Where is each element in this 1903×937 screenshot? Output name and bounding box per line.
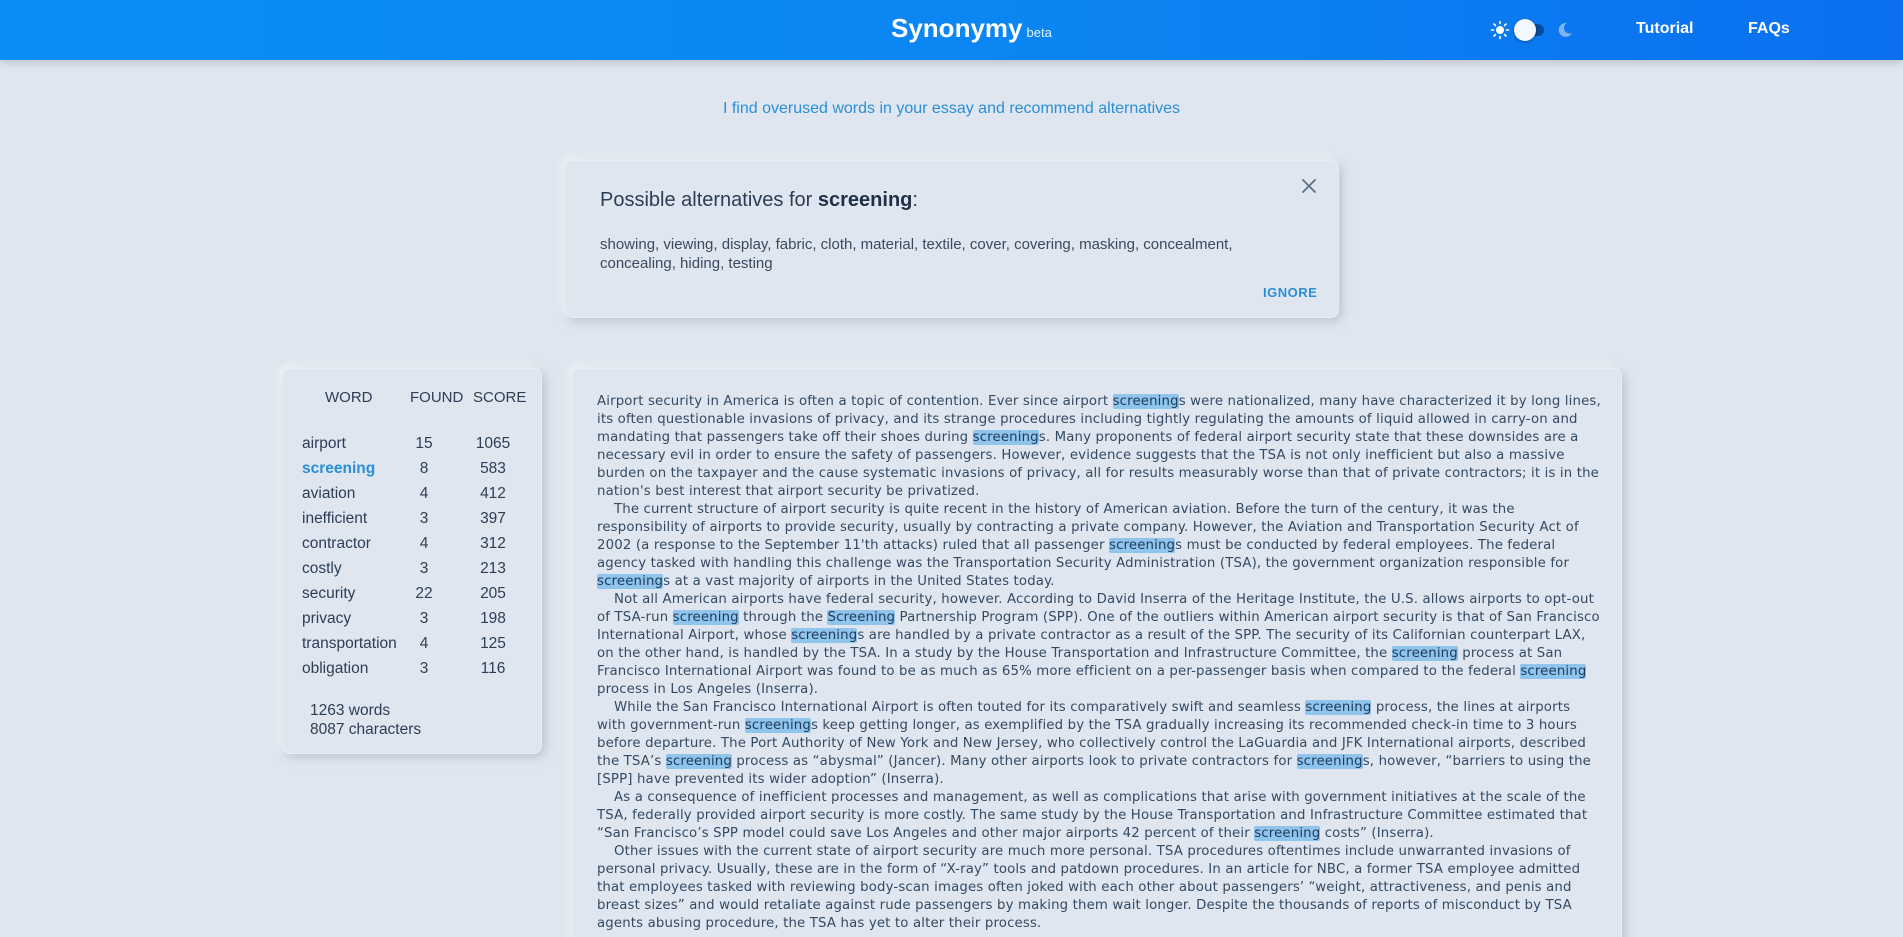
essay-text[interactable]: Airport security in America is often a t…: [597, 393, 1601, 933]
highlighted-word[interactable]: screening: [1520, 664, 1587, 679]
alternatives-card: Possible alternatives for screening: sho…: [565, 160, 1339, 318]
essay-text-segment: As a consequence of inefficient processe…: [597, 790, 1588, 841]
ignore-button[interactable]: IGNORE: [1263, 285, 1317, 300]
highlighted-word[interactable]: screening: [1305, 700, 1372, 715]
highlighted-word[interactable]: screening: [1109, 538, 1176, 553]
toggle-knob[interactable]: [1514, 19, 1536, 41]
highlighted-word[interactable]: screening: [1254, 826, 1321, 841]
essay-paragraph: Airport security in America is often a t…: [597, 393, 1601, 501]
moon-icon: [1558, 22, 1572, 37]
essay-text-segment: process in Los Angeles (Inserra).: [597, 682, 819, 697]
alternatives-prefix: Possible alternatives for: [600, 189, 818, 211]
top-bar: Synonymy beta Tutorial FAQs: [0, 0, 1903, 60]
found-cell: 4: [419, 485, 429, 502]
highlighted-word[interactable]: screening: [791, 628, 858, 643]
found-cell: 4: [419, 635, 429, 652]
word-row-aviation[interactable]: aviation 4 412: [283, 483, 543, 508]
alternatives-suffix: :: [912, 189, 918, 211]
word-cell: costly: [302, 560, 342, 577]
score-cell: 1065: [475, 435, 511, 452]
word-cell: transportation: [302, 635, 397, 652]
tagline: I find overused words in your essay and …: [722, 100, 1181, 117]
highlighted-word[interactable]: screening: [972, 430, 1039, 445]
essay-text-segment: s at a vast majority of airports in the …: [663, 574, 1055, 589]
highlighted-word[interactable]: Screening: [827, 610, 896, 625]
essay-text-segment: costs” (Inserra).: [1320, 826, 1434, 841]
app-brand: Synonymy beta: [891, 13, 1052, 44]
word-list: airport 15 1065 screening 8 583 aviation 4 412 in…: [283, 433, 543, 683]
essay-panel: Airport security in America is often a t…: [572, 368, 1622, 937]
document-stats: 1263 words 8087 characters: [310, 701, 421, 739]
brand-beta-tag: beta: [1026, 25, 1052, 40]
brand-name: Synonymy: [891, 13, 1023, 43]
column-header-score: SCORE: [473, 389, 527, 406]
word-cell: aviation: [302, 485, 356, 502]
found-cell: 22: [415, 585, 433, 602]
column-header-word: WORD: [325, 389, 373, 406]
word-row-privacy[interactable]: privacy 3 198: [283, 608, 543, 633]
word-row-transportation[interactable]: transportation 4 125: [283, 633, 543, 658]
essay-text-segment: Other issues with the current state of a…: [597, 844, 1581, 931]
sun-icon: [1490, 20, 1510, 40]
theme-toggle[interactable]: [1490, 18, 1576, 42]
found-cell: 3: [419, 510, 429, 527]
score-cell: 116: [480, 660, 506, 677]
essay-paragraph: The current structure of airport securit…: [597, 501, 1601, 591]
word-row-security[interactable]: security 22 205: [283, 583, 543, 608]
score-cell: 205: [480, 585, 506, 602]
word-row-screening[interactable]: screening 8 583: [283, 458, 543, 483]
alternatives-target-word: screening: [817, 189, 913, 211]
nav-tutorial-link[interactable]: Tutorial: [1636, 20, 1693, 38]
word-cell: screening: [302, 460, 376, 477]
found-cell: 3: [419, 560, 429, 577]
found-cell: 3: [419, 660, 429, 677]
alternatives-title: Possible alternatives for screening:: [600, 189, 918, 212]
highlighted-word[interactable]: screening: [1112, 394, 1179, 409]
word-count: 1263 words: [310, 702, 391, 719]
word-row-inefficient[interactable]: inefficient 3 397: [283, 508, 543, 533]
highlighted-word[interactable]: screening: [1391, 646, 1458, 661]
score-cell: 583: [480, 460, 506, 477]
highlighted-word[interactable]: screening: [744, 718, 811, 733]
score-cell: 198: [480, 610, 506, 627]
score-cell: 397: [480, 510, 506, 527]
found-cell: 15: [415, 435, 433, 452]
word-row-contractor[interactable]: contractor 4 312: [283, 533, 543, 558]
word-frequency-panel: WORD FOUND SCORE airport 15 1065 screening 8…: [282, 368, 542, 754]
word-cell: contractor: [302, 535, 371, 552]
word-row-costly[interactable]: costly 3 213: [283, 558, 543, 583]
essay-text-segment: Airport security in America is often a t…: [597, 394, 1113, 409]
highlighted-word[interactable]: screening: [665, 754, 732, 769]
essay-paragraph: Not all American airports have federal s…: [597, 591, 1601, 699]
close-icon[interactable]: [1298, 175, 1320, 197]
nav-faqs-link[interactable]: FAQs: [1748, 20, 1790, 38]
essay-text-segment: process as “abysmal” (Jancer). Many othe…: [731, 754, 1297, 769]
score-cell: 125: [480, 635, 506, 652]
word-cell: privacy: [302, 610, 352, 627]
alternatives-list: showing, viewing, display, fabric, cloth…: [600, 236, 1233, 272]
highlighted-word[interactable]: screening: [597, 574, 664, 589]
character-count: 8087 characters: [310, 721, 422, 738]
essay-paragraph: Other issues with the current state of a…: [597, 843, 1601, 933]
word-cell: airport: [302, 435, 346, 452]
found-cell: 3: [419, 610, 429, 627]
word-cell: inefficient: [302, 510, 368, 527]
essay-paragraph: As a consequence of inefficient processe…: [597, 789, 1601, 843]
score-cell: 312: [480, 535, 506, 552]
essay-text-segment: through the: [738, 610, 828, 625]
word-cell: security: [302, 585, 356, 602]
highlighted-word[interactable]: screening: [1296, 754, 1363, 769]
score-cell: 213: [480, 560, 506, 577]
highlighted-word[interactable]: screening: [672, 610, 739, 625]
essay-text-segment: While the San Francisco International Ai…: [614, 700, 1306, 715]
word-row-airport[interactable]: airport 15 1065: [283, 433, 543, 458]
score-cell: 412: [480, 485, 506, 502]
found-cell: 4: [419, 535, 429, 552]
essay-paragraph: While the San Francisco International Ai…: [597, 699, 1601, 789]
found-cell: 8: [419, 460, 429, 477]
word-cell: obligation: [302, 660, 369, 677]
word-row-obligation[interactable]: obligation 3 116: [283, 658, 543, 683]
column-header-found: FOUND: [410, 389, 464, 406]
